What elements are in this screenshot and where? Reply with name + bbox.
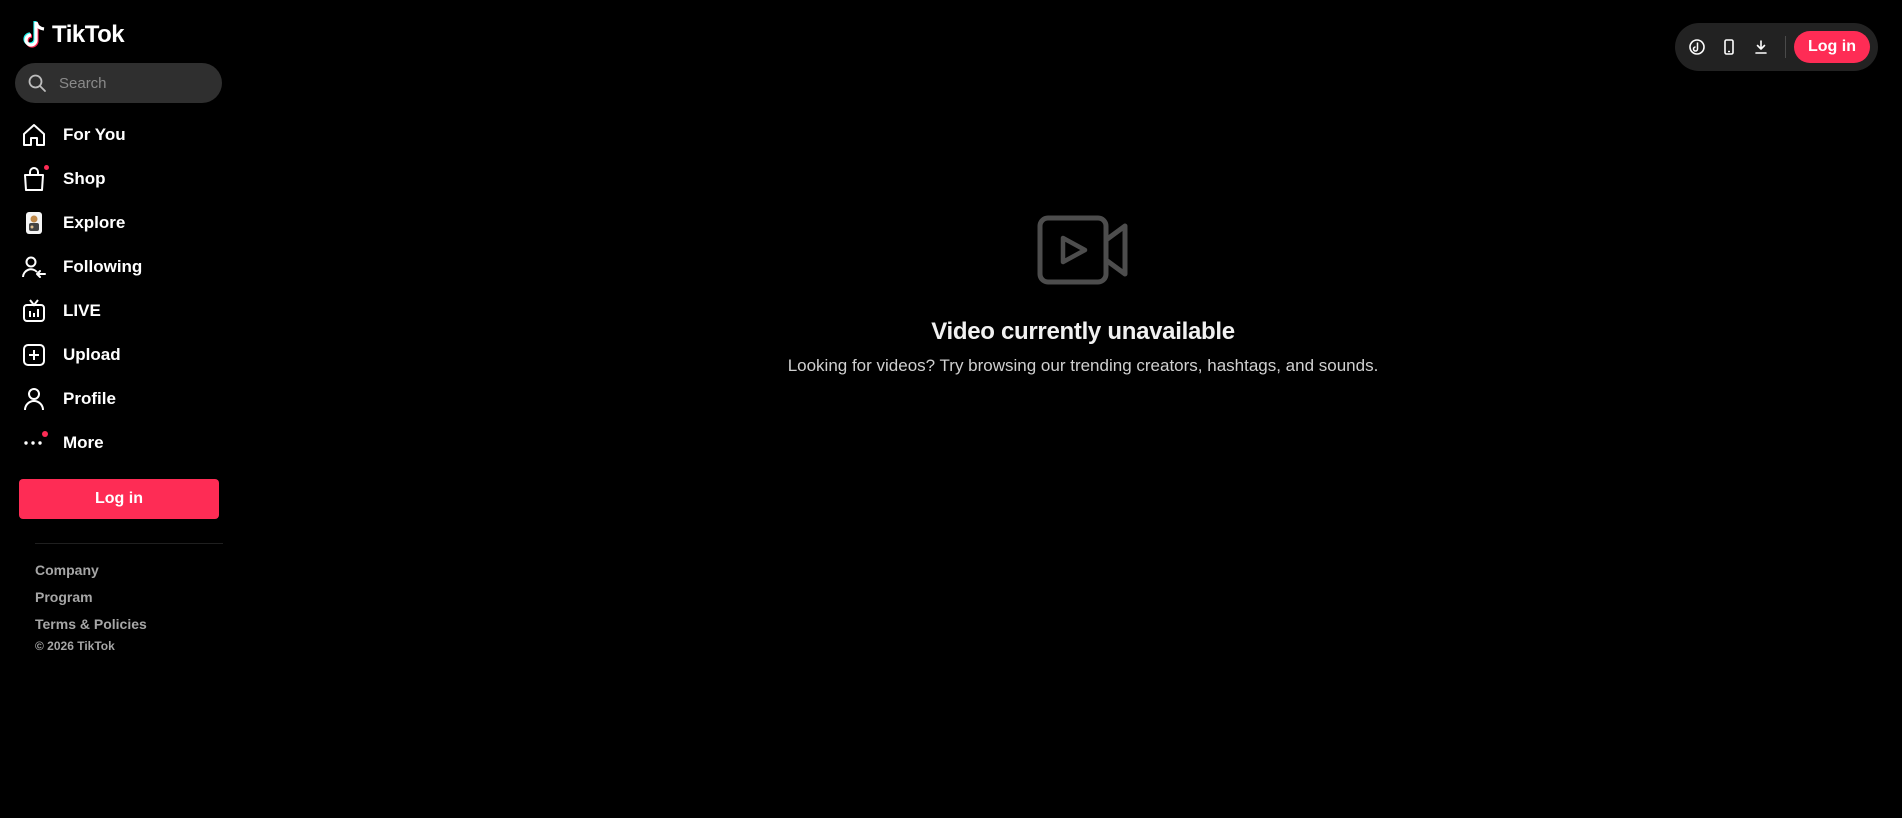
upload-plus-icon — [20, 341, 48, 369]
notification-dot — [44, 165, 49, 170]
header-actions: Log in — [1675, 23, 1878, 71]
sidebar-item-label: More — [63, 433, 104, 452]
search-box[interactable] — [15, 63, 222, 103]
sidebar-item-for-you[interactable]: For You — [20, 113, 225, 157]
footer-link-terms[interactable]: Terms & Policies — [35, 614, 147, 641]
page-title: Video currently unavailable — [931, 318, 1235, 345]
sidebar-divider — [35, 543, 223, 544]
sidebar-item-label: For You — [63, 125, 126, 144]
explore-icon — [20, 209, 48, 237]
sidebar-login-button[interactable]: Log in — [19, 479, 219, 519]
notification-dot — [42, 431, 48, 437]
shopping-bag-icon — [20, 165, 49, 193]
sidebar-item-more[interactable]: More — [20, 421, 225, 465]
sidebar-item-label: Following — [63, 257, 143, 276]
video-camera-icon — [1037, 215, 1128, 285]
more-dots-icon — [20, 429, 48, 457]
sidebar: TikTok For You Shop Explore — [0, 0, 228, 818]
get-app-button[interactable] — [1713, 31, 1745, 63]
tiktok-coin-button[interactable] — [1681, 31, 1713, 63]
tiktok-logo-icon — [23, 21, 45, 48]
download-button[interactable] — [1745, 31, 1777, 63]
sidebar-item-shop[interactable]: Shop — [20, 157, 225, 201]
footer-links: Company Program Terms & Policies — [35, 560, 147, 641]
sidebar-item-explore[interactable]: Explore — [20, 201, 225, 245]
search-icon — [28, 74, 46, 92]
profile-icon — [20, 385, 48, 413]
sidebar-item-live[interactable]: LIVE — [20, 289, 225, 333]
header-separator — [1785, 36, 1786, 58]
mobile-device-icon — [1724, 39, 1734, 55]
footer-link-company[interactable]: Company — [35, 560, 147, 587]
copyright-text: © 2026 TikTok — [35, 639, 115, 653]
sidebar-nav: For You Shop Explore Following LIVE Uplo… — [20, 113, 225, 465]
tiktok-coin-icon — [1689, 39, 1705, 55]
following-icon — [20, 253, 48, 281]
brand-name: TikTok — [52, 21, 125, 48]
sidebar-item-profile[interactable]: Profile — [20, 377, 225, 421]
search-input[interactable] — [57, 73, 211, 93]
header-login-button[interactable]: Log in — [1794, 31, 1870, 63]
home-icon — [20, 121, 48, 149]
sidebar-item-label: LIVE — [63, 301, 101, 320]
video-unavailable-message: Video currently unavailable Looking for … — [700, 210, 1466, 376]
sidebar-item-following[interactable]: Following — [20, 245, 225, 289]
page-subtitle: Looking for videos? Try browsing our tre… — [787, 356, 1379, 375]
live-tv-icon — [20, 297, 48, 325]
sidebar-item-label: Upload — [63, 345, 121, 364]
footer-link-program[interactable]: Program — [35, 587, 147, 614]
sidebar-item-label: Shop — [63, 169, 106, 188]
sidebar-item-upload[interactable]: Upload — [20, 333, 225, 377]
tiktok-logo[interactable]: TikTok — [22, 18, 125, 52]
sidebar-item-label: Profile — [63, 389, 116, 408]
sidebar-item-label: Explore — [63, 213, 126, 232]
download-icon — [1755, 40, 1767, 54]
